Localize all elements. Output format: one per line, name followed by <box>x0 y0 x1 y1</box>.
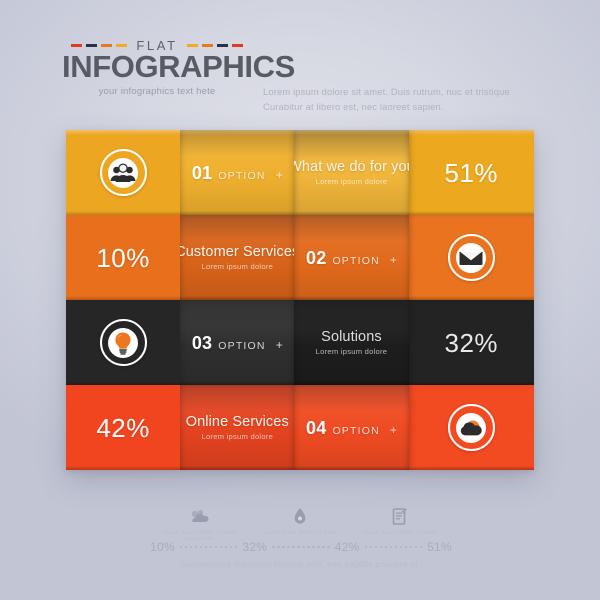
title-block: Online Services Lorem ipsum dolore <box>182 414 293 442</box>
option-plus-icon[interactable]: + <box>276 169 283 181</box>
option-plus-icon[interactable]: + <box>390 254 397 266</box>
header-description: Lorem ipsum dolore sit amet. Duis rutrum… <box>263 85 553 114</box>
cell-icon-cloud[interactable] <box>408 385 534 470</box>
cell-subtitle: Lorem ipsum dolore <box>315 177 388 187</box>
option-plus-icon[interactable]: + <box>276 339 283 351</box>
dash-right-3 <box>216 43 228 47</box>
cell-stat-10[interactable]: 10% <box>66 215 181 300</box>
option-label: OPTION <box>218 339 266 352</box>
cell-title-03[interactable]: Solutions Lorem ipsum dolore <box>294 300 409 385</box>
table-row: 42% Online Services Lorem ipsum dolore 0… <box>66 385 534 470</box>
status-badge: 42% <box>96 412 150 443</box>
cell-subtitle: Lorem ipsum dolore <box>201 432 274 442</box>
option-plus-icon[interactable]: + <box>390 424 397 436</box>
title-block: Solutions Lorem ipsum dolore <box>312 329 392 357</box>
dash-right-4 <box>231 43 243 47</box>
cell-title-04[interactable]: Online Services Lorem ipsum dolore <box>180 385 295 470</box>
cell-title: Customer Services <box>180 243 295 260</box>
percentage-scale: 10% 32% 42% 51% <box>150 540 452 554</box>
scale-value-51: 51% <box>427 540 452 554</box>
footer: Lorem ipsum dolore sit amet consectetur … <box>0 495 600 600</box>
cell-icon-lightbulb[interactable] <box>66 300 181 385</box>
option-number: 02 <box>306 247 327 268</box>
title-block: What we do for you Lorem ipsum dolore <box>294 159 408 187</box>
dotted-connector <box>364 542 423 552</box>
dotted-connector <box>179 542 238 552</box>
page-title: INFOGRAPHICS <box>62 49 295 84</box>
cell-option-03[interactable]: 03 OPTION + <box>180 300 295 385</box>
cell-title-02[interactable]: Customer Services Lorem ipsum dolore <box>180 215 295 300</box>
cell-option-02[interactable]: 02 OPTION + <box>294 215 409 300</box>
cloud-weather-icon <box>447 404 495 451</box>
cell-option-01[interactable]: 01 OPTION + <box>180 130 295 215</box>
header-description-line-2: Curabitur at libero est, nec laoreet sap… <box>263 100 444 112</box>
scale-value-32: 32% <box>242 540 268 554</box>
scale-value-10: 10% <box>150 540 175 554</box>
infographic-panel: 01 OPTION + What we do for you Lorem ips… <box>66 130 534 470</box>
footer-icon-label: Lorem ipsum dolore sit amet <box>364 530 436 536</box>
cell-stat-42[interactable]: 42% <box>66 385 181 470</box>
cell-option-04[interactable]: 04 OPTION + <box>294 385 409 470</box>
option-block: 02 OPTION + <box>306 249 397 267</box>
footer-description: Suspendisse dignissim lobortis velit, ne… <box>179 559 421 569</box>
cell-subtitle: Lorem ipsum dolore <box>315 347 388 357</box>
table-row: 03 OPTION + Solutions Lorem ipsum dolore… <box>66 300 534 385</box>
cell-title: What we do for you <box>294 158 409 175</box>
group-people-icon <box>99 149 147 196</box>
cell-subtitle: Lorem ipsum dolore <box>201 262 274 272</box>
option-label: OPTION <box>332 254 380 267</box>
title-block: Customer Services Lorem ipsum dolore <box>180 244 294 272</box>
brand-block: FLAT INFOGRAPHICS your infographics text… <box>62 38 295 97</box>
cell-icon-mail[interactable] <box>408 215 534 300</box>
cell-stat-32[interactable]: 32% <box>408 300 534 385</box>
footer-icon-row: Lorem ipsum dolore sit amet consectetur … <box>150 505 450 543</box>
dash-right-2 <box>201 43 213 47</box>
table-row: 01 OPTION + What we do for you Lorem ips… <box>66 130 534 215</box>
dash-left-4 <box>116 43 128 47</box>
scale-value-42: 42% <box>334 540 360 554</box>
option-number: 01 <box>191 162 213 183</box>
footer-icon-item: Lorem ipsum dolore sit amet consectetur <box>160 505 240 543</box>
status-badge: 51% <box>444 157 499 188</box>
footer-icon-item: Lorem ipsum dolore sit amet <box>360 505 440 543</box>
option-number: 03 <box>191 332 213 353</box>
status-badge: 10% <box>96 242 150 273</box>
option-block: 04 OPTION + <box>306 419 397 437</box>
cell-title: Solutions <box>321 328 382 345</box>
option-block: 01 OPTION + <box>192 164 283 182</box>
option-number: 04 <box>306 417 327 438</box>
droplet-icon <box>260 505 340 527</box>
footer-icon-label: Lorem ipsum dolore sit amet <box>264 530 336 536</box>
dash-right-1 <box>186 43 198 47</box>
document-edit-icon <box>360 505 440 527</box>
brand-subtitle: your infographics text hete <box>98 85 216 97</box>
dotted-connector <box>272 542 330 552</box>
lightbulb-idea-icon <box>99 319 147 366</box>
cell-stat-51[interactable]: 51% <box>408 130 534 215</box>
envelope-mail-icon <box>447 234 495 281</box>
cell-title-01[interactable]: What we do for you Lorem ipsum dolore <box>294 130 409 215</box>
table-row: 10% Customer Services Lorem ipsum dolore… <box>66 215 534 300</box>
dash-left-2 <box>86 43 98 47</box>
cell-icon-group[interactable] <box>66 130 181 215</box>
clouds-icon <box>160 505 240 527</box>
option-label: OPTION <box>332 424 380 437</box>
option-block: 03 OPTION + <box>192 334 283 352</box>
header: FLAT INFOGRAPHICS your infographics text… <box>0 0 600 120</box>
status-badge: 32% <box>444 327 499 358</box>
header-description-line-1: Lorem ipsum dolore sit amet. Duis rutrum… <box>263 86 510 97</box>
dash-left-1 <box>71 43 83 47</box>
option-label: OPTION <box>218 169 266 182</box>
footer-icon-item: Lorem ipsum dolore sit amet <box>260 505 340 543</box>
cell-title: Online Services <box>185 413 289 430</box>
dash-left-3 <box>101 43 113 47</box>
